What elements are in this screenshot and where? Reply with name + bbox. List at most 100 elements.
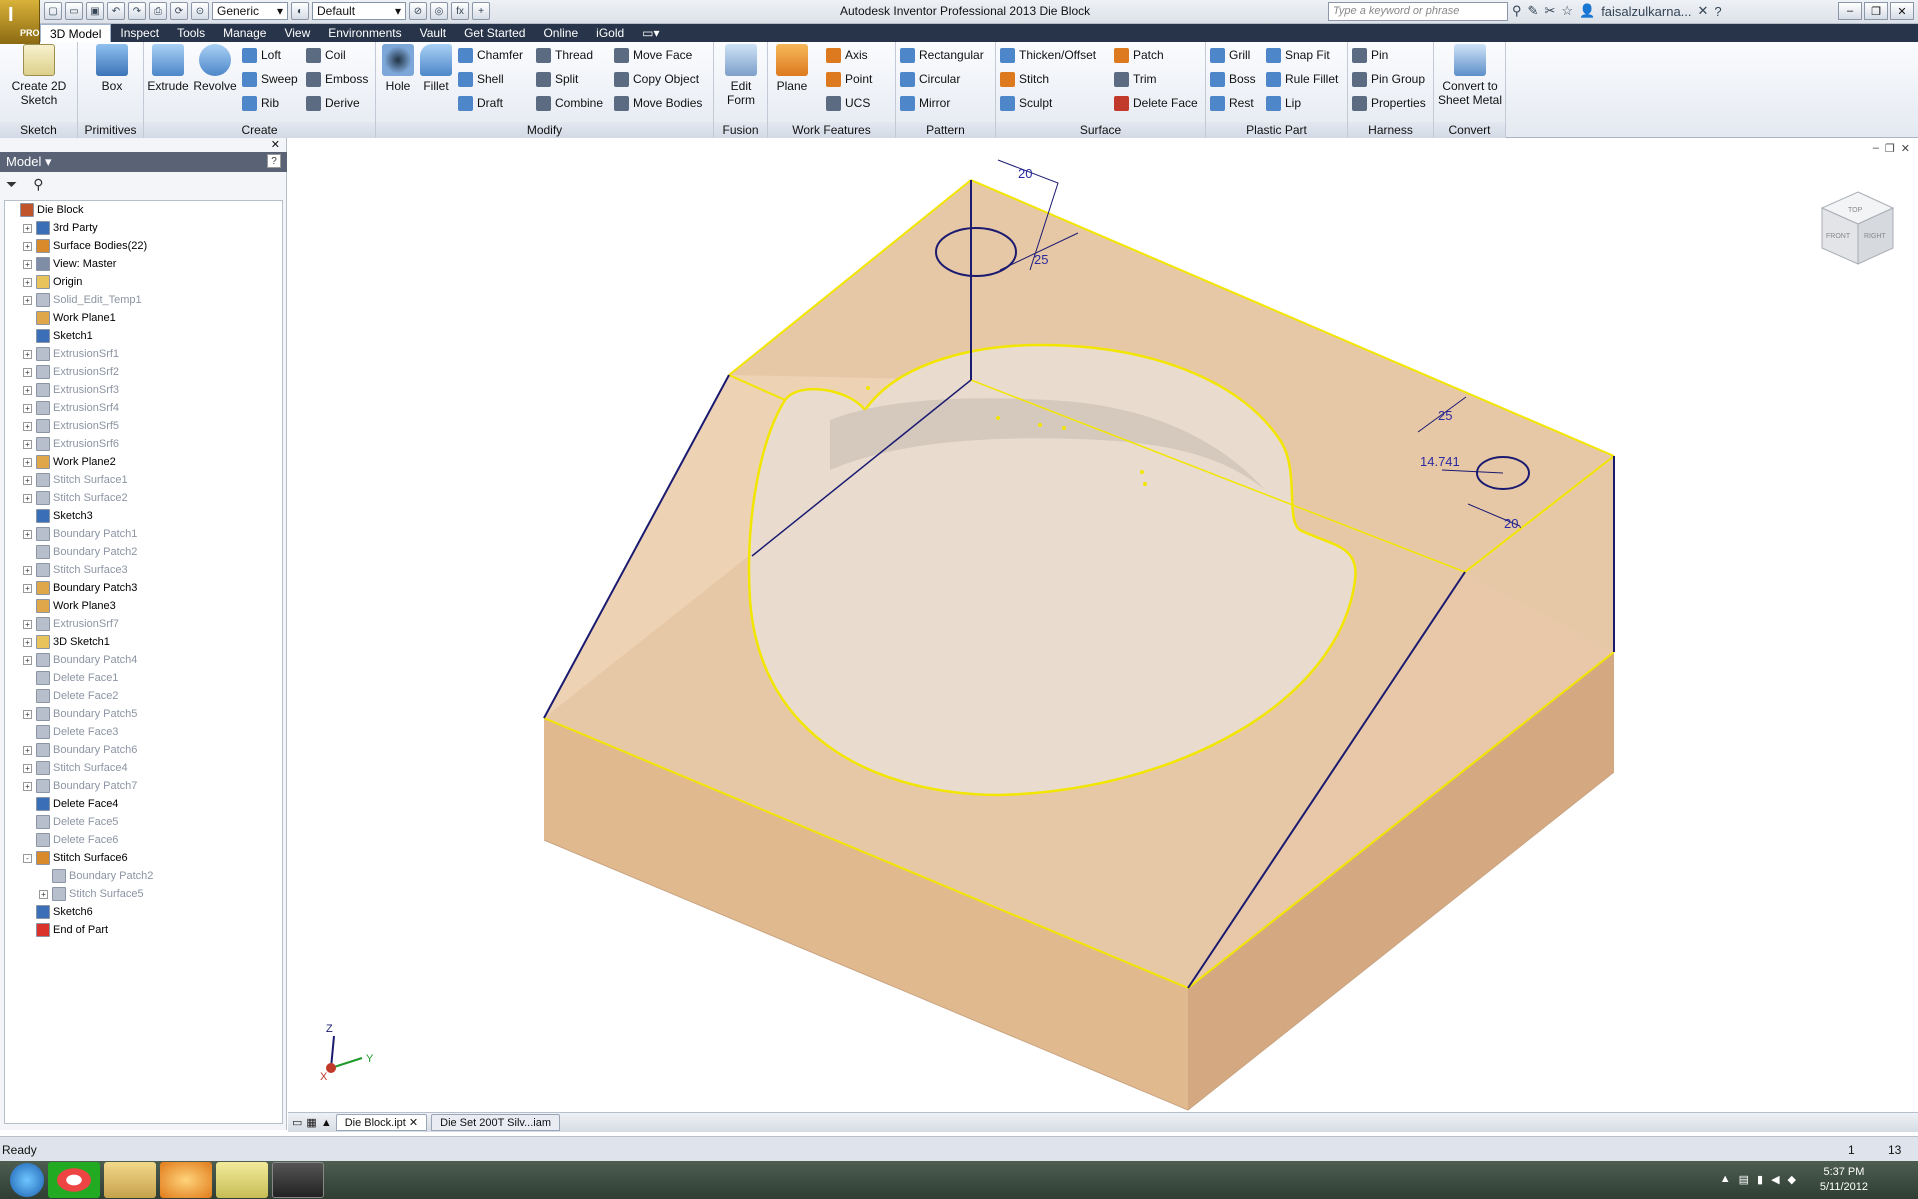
- tree-node[interactable]: + Boundary Patch5: [5, 705, 282, 723]
- chamfer-button[interactable]: Chamfer: [458, 46, 523, 64]
- tree-node[interactable]: - Stitch Surface6: [5, 849, 282, 867]
- select-icon[interactable]: ⊙: [191, 2, 209, 20]
- tree-node[interactable]: + Stitch Surface2: [5, 489, 282, 507]
- model-canvas[interactable]: 20 25 25 14.741 20. Z Y X TOP FRONT RIGH…: [288, 138, 1918, 1112]
- draft-button[interactable]: Draft: [458, 94, 503, 112]
- tree-node[interactable]: + Origin: [5, 273, 282, 291]
- plus-icon[interactable]: +: [472, 2, 490, 20]
- coil-button[interactable]: Coil: [306, 46, 346, 64]
- tree-node[interactable]: + Stitch Surface4: [5, 759, 282, 777]
- panel-label-modify[interactable]: Modify: [376, 122, 713, 138]
- rectangular-pattern-button[interactable]: Rectangular: [900, 46, 984, 64]
- tree-node[interactable]: + ExtrusionSrf7: [5, 615, 282, 633]
- tree-node[interactable]: End of Part: [5, 921, 282, 939]
- browser-header[interactable]: Model ▾ ?: [0, 152, 287, 172]
- tree-node[interactable]: Die Block: [5, 201, 282, 219]
- tree-node[interactable]: + ExtrusionSrf1: [5, 345, 282, 363]
- cascade-icon[interactable]: ▦: [306, 1116, 316, 1129]
- tray-arrow-icon[interactable]: ▲: [1720, 1173, 1731, 1186]
- appearance-icon[interactable]: ◐: [291, 2, 309, 20]
- graphics-window[interactable]: – ❐ ✕ 20 25 25 14.741 20. Z Y X TOP FRON…: [288, 138, 1918, 1112]
- tab-online[interactable]: Online: [534, 24, 587, 42]
- expand-icon[interactable]: +: [23, 745, 32, 755]
- undo-icon[interactable]: ↶: [107, 2, 125, 20]
- expand-icon[interactable]: +: [23, 385, 32, 395]
- tree-node[interactable]: Work Plane3: [5, 597, 282, 615]
- point-button[interactable]: Point: [826, 70, 872, 88]
- print-icon[interactable]: ⎙: [149, 2, 167, 20]
- tab-get-started[interactable]: Get Started: [455, 24, 534, 42]
- tree-node[interactable]: Work Plane1: [5, 309, 282, 327]
- tree-node[interactable]: + Work Plane2: [5, 453, 282, 471]
- minimize-icon[interactable]: –: [1838, 2, 1862, 20]
- rule-fillet-button[interactable]: Rule Fillet: [1266, 70, 1338, 88]
- expand-icon[interactable]: +: [23, 223, 32, 233]
- panel-label-create[interactable]: Create: [144, 122, 375, 138]
- tree-node[interactable]: + Boundary Patch3: [5, 579, 282, 597]
- tree-node[interactable]: + ExtrusionSrf5: [5, 417, 282, 435]
- application-menu-button[interactable]: I PRO: [0, 0, 40, 44]
- tray-network-icon[interactable]: ▤: [1739, 1173, 1749, 1186]
- tile-icon[interactable]: ▭: [292, 1116, 302, 1129]
- expand-icon[interactable]: +: [23, 637, 32, 647]
- expand-icon[interactable]: +: [23, 349, 32, 359]
- star-icon[interactable]: ☆: [1561, 3, 1573, 19]
- tree-node[interactable]: Delete Face4: [5, 795, 282, 813]
- plane-button[interactable]: Plane: [772, 44, 812, 93]
- tree-node[interactable]: + Stitch Surface3: [5, 561, 282, 579]
- expand-icon[interactable]: +: [23, 475, 32, 485]
- tab-view[interactable]: View: [275, 24, 319, 42]
- adjust-icon[interactable]: ◎: [430, 2, 448, 20]
- tree-node[interactable]: Delete Face2: [5, 687, 282, 705]
- tray-signal-icon[interactable]: ▮: [1757, 1173, 1763, 1186]
- system-clock[interactable]: 5:37 PM 5/11/2012: [1820, 1165, 1868, 1195]
- tree-node[interactable]: + Boundary Patch7: [5, 777, 282, 795]
- tray-volume-icon[interactable]: ◀: [1771, 1173, 1779, 1186]
- start-button-icon[interactable]: [10, 1163, 44, 1197]
- tree-node[interactable]: + Boundary Patch6: [5, 741, 282, 759]
- close-icon[interactable]: ✕: [1890, 2, 1914, 20]
- tray-dropbox-icon[interactable]: ◆: [1788, 1173, 1796, 1186]
- edit-form-button[interactable]: Edit Form: [720, 44, 762, 107]
- user-name[interactable]: faisalzulkarna...: [1601, 4, 1691, 19]
- open-icon[interactable]: ▭: [65, 2, 83, 20]
- rest-button[interactable]: Rest: [1210, 94, 1254, 112]
- binoculars-icon[interactable]: ⚲: [1512, 3, 1522, 19]
- tree-node[interactable]: Sketch6: [5, 903, 282, 921]
- delete-face-button[interactable]: Delete Face: [1114, 94, 1198, 112]
- stitch-button[interactable]: Stitch: [1000, 70, 1049, 88]
- tree-node[interactable]: + Boundary Patch4: [5, 651, 282, 669]
- save-icon[interactable]: ▣: [86, 2, 104, 20]
- help-icon[interactable]: ?: [267, 154, 281, 168]
- properties-button[interactable]: Properties: [1352, 94, 1426, 112]
- tree-node[interactable]: + View: Master: [5, 255, 282, 273]
- tab-inspect[interactable]: Inspect: [111, 24, 168, 42]
- patch-button[interactable]: Patch: [1114, 46, 1164, 64]
- derive-button[interactable]: Derive: [306, 94, 360, 112]
- tab-tools[interactable]: Tools: [168, 24, 214, 42]
- trim-button[interactable]: Trim: [1114, 70, 1157, 88]
- loft-button[interactable]: Loft: [242, 46, 281, 64]
- restore-icon[interactable]: ❐: [1864, 2, 1888, 20]
- tab-igold[interactable]: iGold: [587, 24, 633, 42]
- tree-node[interactable]: + Stitch Surface1: [5, 471, 282, 489]
- doc-tab-die-block[interactable]: Die Block.ipt ✕: [335, 1114, 428, 1131]
- rib-button[interactable]: Rib: [242, 94, 279, 112]
- chrome-icon[interactable]: [48, 1162, 100, 1198]
- expand-icon[interactable]: +: [23, 259, 32, 269]
- expand-icon[interactable]: +: [23, 565, 32, 575]
- view-cube[interactable]: TOP FRONT RIGHT: [1820, 191, 1895, 265]
- tree-node[interactable]: + Stitch Surface5: [5, 885, 282, 903]
- update-icon[interactable]: ⟳: [170, 2, 188, 20]
- tree-node[interactable]: + Surface Bodies(22): [5, 237, 282, 255]
- revolve-button[interactable]: Revolve: [192, 44, 238, 93]
- axis-button[interactable]: Axis: [826, 46, 868, 64]
- exchange-icon[interactable]: ✕: [1698, 3, 1709, 19]
- hole-button[interactable]: Hole: [380, 44, 416, 93]
- tree-node[interactable]: Delete Face3: [5, 723, 282, 741]
- sweep-button[interactable]: Sweep: [242, 70, 298, 88]
- tree-node[interactable]: +3D Sketch1: [5, 633, 282, 651]
- tools-icon[interactable]: ✂: [1544, 3, 1555, 19]
- pin-button[interactable]: Pin: [1352, 46, 1388, 64]
- new-icon[interactable]: ▢: [44, 2, 62, 20]
